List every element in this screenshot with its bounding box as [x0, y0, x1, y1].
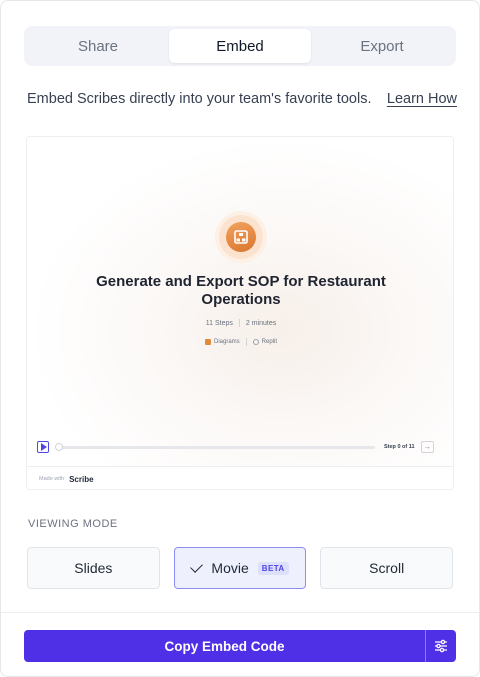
viewing-mode-options: Slides Movie BETA Scroll — [27, 547, 454, 589]
sliders-icon — [435, 639, 447, 653]
mode-slides[interactable]: Slides — [27, 547, 160, 589]
duration: 2 minutes — [245, 319, 277, 327]
mode-scroll[interactable]: Scroll — [320, 547, 454, 589]
embed-description: Embed Scribes directly into your team's … — [27, 91, 457, 107]
step-count: 11 Steps — [205, 319, 233, 327]
tag-replit: Replit — [252, 339, 277, 345]
footer-divider — [1, 612, 480, 613]
scribe-title: Generate and Export SOP for Restaurant O… — [96, 273, 386, 308]
made-with-footer: Made with Scribe — [27, 466, 453, 489]
mode-movie[interactable]: Movie BETA — [173, 547, 307, 589]
replit-icon — [252, 339, 259, 345]
play-icon[interactable] — [37, 441, 49, 453]
embed-panel: Share Embed Export Embed Scribes directl… — [0, 0, 480, 677]
viewing-mode-label: VIEWING MODE — [28, 518, 118, 530]
progress-thumb[interactable] — [55, 442, 63, 451]
scribe-tags: Diagrams Replit — [27, 338, 453, 346]
learn-how-link[interactable]: Learn How — [387, 91, 457, 107]
tag-diagrams: Diagrams — [204, 339, 240, 345]
player-controls: Step 0 of 11 → — [37, 440, 447, 454]
description-text: Embed Scribes directly into your team's … — [27, 91, 372, 107]
tab-share[interactable]: Share — [27, 29, 169, 63]
scribe-brand[interactable]: Scribe — [69, 475, 93, 484]
check-icon — [190, 560, 204, 573]
tab-bar: Share Embed Export — [24, 26, 456, 66]
scribe-logo-icon — [219, 215, 263, 259]
copy-embed-code-button[interactable]: Copy Embed Code — [24, 630, 425, 662]
beta-badge: BETA — [257, 561, 289, 575]
diagrams-icon — [204, 339, 211, 345]
tab-export[interactable]: Export — [311, 29, 453, 63]
embed-preview[interactable]: Generate and Export SOP for Restaurant O… — [26, 136, 454, 490]
scribe-meta: 11 Steps 2 minutes — [27, 319, 453, 327]
next-arrow-icon[interactable]: → — [420, 441, 434, 453]
embed-settings-button[interactable] — [425, 630, 456, 662]
progress-track[interactable] — [55, 442, 375, 451]
copy-embed-group: Copy Embed Code — [24, 630, 456, 662]
step-indicator: Step 0 of 11 — [384, 444, 415, 450]
tab-embed[interactable]: Embed — [169, 29, 311, 63]
